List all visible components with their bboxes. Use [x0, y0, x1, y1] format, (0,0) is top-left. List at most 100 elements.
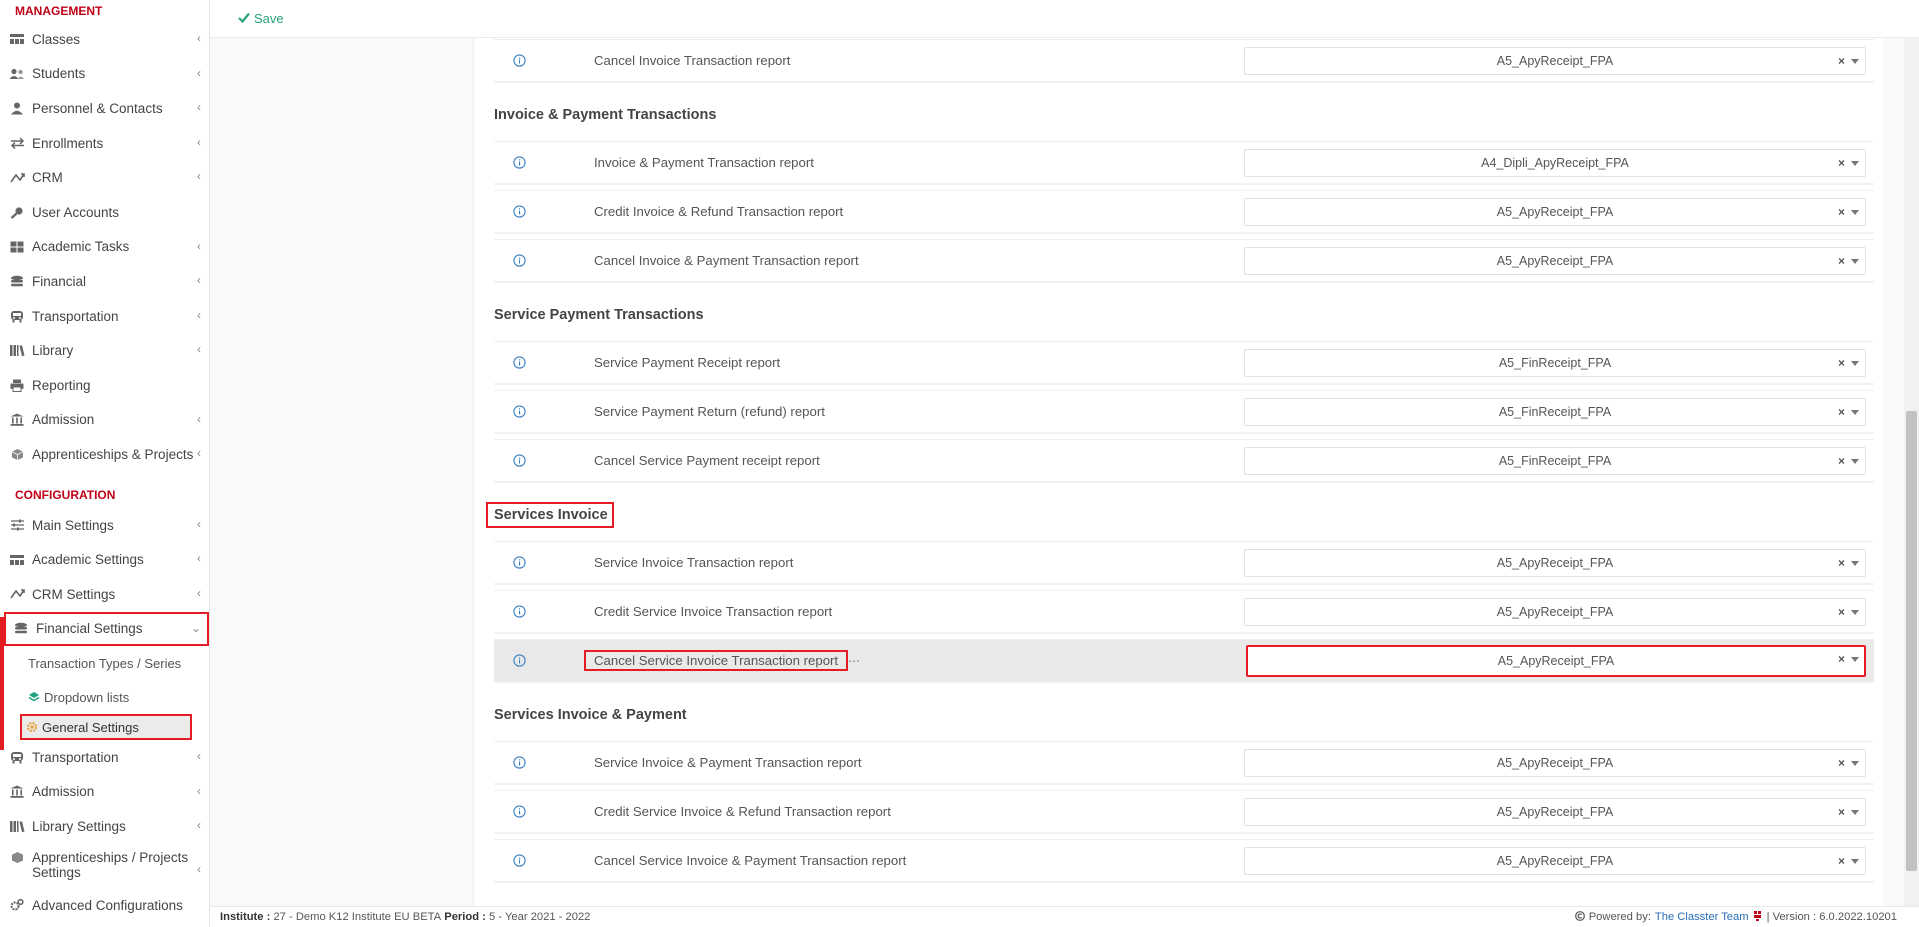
sidebar-item-financial-settings[interactable]: Financial Settings ⌄ [4, 611, 209, 647]
caret-down-icon[interactable] [1851, 160, 1859, 166]
report-template-select[interactable]: A5_FinReceipt_FPA × [1244, 446, 1866, 475]
info-icon[interactable] [512, 205, 526, 219]
sidebar-item-transportation[interactable]: Transportation ‹ [0, 299, 209, 334]
caret-down-icon[interactable] [1851, 858, 1859, 864]
crm-icon [8, 587, 26, 601]
info-icon[interactable] [512, 756, 526, 770]
caret-down-icon[interactable] [1851, 360, 1859, 366]
report-template-select[interactable]: A5_ApyReceipt_FPA × [1244, 246, 1866, 275]
report-template-select[interactable]: A5_ApyReceipt_FPA × [1244, 846, 1866, 875]
report-label: Credit Invoice & Refund Transaction repo… [594, 204, 844, 219]
clear-icon[interactable]: × [1838, 605, 1845, 619]
report-template-select[interactable]: A5_ApyReceipt_FPA × [1244, 548, 1866, 577]
report-template-select[interactable]: A5_ApyReceipt_FPA × [1244, 597, 1866, 626]
clear-icon[interactable]: × [1838, 556, 1845, 570]
configuration-list-after: Transportation ‹ Admission ‹ Library Setting… [0, 740, 209, 844]
report-template-select[interactable]: A5_ApyReceipt_FPA × [1246, 644, 1866, 677]
sidebar-item-apprenticeships-projects[interactable]: Apprenticeships & Projects ‹ [0, 437, 209, 472]
info-icon[interactable] [512, 254, 526, 268]
classter-team-link[interactable]: The Classter Team [1655, 911, 1749, 923]
report-template-select[interactable]: A4_Dipli_ApyReceipt_FPA × [1244, 148, 1866, 177]
info-icon[interactable] [512, 156, 526, 170]
scrollbar-thumb[interactable] [1906, 411, 1917, 871]
clear-icon[interactable]: × [1838, 652, 1845, 666]
clear-icon[interactable]: × [1838, 205, 1845, 219]
caret-down-icon[interactable] [1851, 560, 1859, 566]
report-label: Cancel Invoice & Payment Transaction rep… [594, 253, 859, 268]
info-icon[interactable] [512, 556, 526, 570]
clear-icon[interactable]: × [1838, 805, 1845, 819]
caret-down-icon[interactable] [1851, 809, 1859, 815]
period-value: 5 - Year 2021 - 2022 [489, 911, 591, 923]
caret-down-icon[interactable] [1851, 609, 1859, 615]
sidebar-subitem-transaction-types[interactable]: Transaction Types / Series [0, 646, 209, 680]
sidebar-item-label: Enrollments [32, 135, 104, 151]
sidebar-subitem-general-settings[interactable]: General Settings [20, 714, 192, 741]
sidebar-item-enrollments[interactable]: Enrollments ‹ [0, 126, 209, 161]
caret-down-icon[interactable] [1851, 409, 1859, 415]
select-value: A5_ApyReceipt_FPA [1496, 53, 1614, 68]
group-title: Invoice & Payment Transactions [494, 107, 717, 123]
sidebar-item-config-transportation[interactable]: Transportation ‹ [0, 740, 209, 775]
clear-icon[interactable]: × [1838, 405, 1845, 419]
caret-down-icon[interactable] [1851, 58, 1859, 64]
sidebar-item-advanced-configurations[interactable]: Advanced Configurations [0, 888, 209, 923]
clear-icon[interactable]: × [1838, 454, 1845, 468]
sidebar-item-academic-settings[interactable]: Academic Settings ‹ [0, 542, 209, 577]
info-icon[interactable] [512, 854, 526, 868]
caret-down-icon[interactable] [1851, 458, 1859, 464]
info-icon[interactable] [512, 605, 526, 619]
clear-icon[interactable]: × [1838, 854, 1845, 868]
report-template-select[interactable]: A5_ApyReceipt_FPA × [1244, 748, 1866, 777]
caret-down-icon[interactable] [1851, 258, 1859, 264]
clear-icon[interactable]: × [1838, 356, 1845, 370]
report-template-select[interactable]: A5_FinReceipt_FPA × [1244, 397, 1866, 426]
chevron-left-icon: ‹ [197, 31, 201, 45]
sidebar-item-financial[interactable]: Financial ‹ [0, 264, 209, 299]
clear-icon[interactable]: × [1838, 254, 1845, 268]
sidebar-item-classes[interactable]: Classes ‹ [0, 22, 209, 57]
sidebar-item-config-admission[interactable]: Admission ‹ [0, 775, 209, 810]
chevron-down-icon: ⌄ [190, 620, 201, 635]
report-template-select[interactable]: A5_FinReceipt_FPA × [1244, 348, 1866, 377]
sidebar-item-config-library-settings[interactable]: Library Settings ‹ [0, 809, 209, 844]
clear-icon[interactable]: × [1838, 54, 1845, 68]
report-template-select[interactable]: A5_ApyReceipt_FPA × [1244, 46, 1866, 75]
save-button[interactable]: Save [238, 11, 284, 26]
info-icon[interactable] [512, 805, 526, 819]
sidebar-item-main-settings[interactable]: Main Settings ‹ [0, 508, 209, 543]
sidebar-item-apprenticeships-settings[interactable]: Apprenticeships / Projects Settings ‹ [0, 844, 209, 888]
clear-icon[interactable]: × [1838, 756, 1845, 770]
sidebar-item-reporting[interactable]: Reporting [0, 368, 209, 403]
select-value: A5_ApyReceipt_FPA [1496, 555, 1614, 570]
version-label: | Version : 6.0.2022.10201 [1766, 911, 1897, 923]
chevron-left-icon: ‹ [197, 65, 201, 80]
info-icon[interactable] [512, 405, 526, 419]
vertical-scrollbar[interactable] [1904, 38, 1919, 906]
info-icon[interactable] [512, 356, 526, 370]
sidebar-item-user-accounts[interactable]: User Accounts [0, 195, 209, 230]
sidebar-item-personnel-contacts[interactable]: Personnel & Contacts ‹ [0, 91, 209, 126]
sidebar-subitem-dropdown-lists[interactable]: Dropdown lists [0, 680, 209, 714]
report-label: Cancel Service Invoice Transaction repor… [584, 650, 849, 671]
caret-down-icon[interactable] [1851, 209, 1859, 215]
sidebar-item-admission[interactable]: Admission ‹ [0, 403, 209, 438]
report-template-select[interactable]: A5_ApyReceipt_FPA × [1244, 797, 1866, 826]
sidebar-item-crm[interactable]: CRM ‹ [0, 160, 209, 195]
classter-logo-icon [1753, 910, 1763, 925]
info-icon[interactable] [512, 54, 526, 68]
caret-down-icon[interactable] [1851, 656, 1859, 662]
info-icon[interactable] [512, 654, 526, 668]
info-icon[interactable] [512, 454, 526, 468]
more-dots-icon[interactable]: ⋯ [848, 654, 860, 668]
sidebar-item-library[interactable]: Library ‹ [0, 333, 209, 368]
report-template-select[interactable]: A5_ApyReceipt_FPA × [1244, 197, 1866, 226]
clear-icon[interactable]: × [1838, 156, 1845, 170]
sidebar-item-academic-tasks[interactable]: Academic Tasks ‹ [0, 230, 209, 265]
chevron-left-icon: ‹ [197, 238, 201, 253]
group-title: Service Payment Transactions [494, 307, 704, 323]
caret-down-icon[interactable] [1851, 760, 1859, 766]
select-value: A5_ApyReceipt_FPA [1496, 755, 1614, 770]
sidebar-item-crm-settings[interactable]: CRM Settings ‹ [0, 577, 209, 612]
sidebar-item-students[interactable]: Students ‹ [0, 57, 209, 92]
